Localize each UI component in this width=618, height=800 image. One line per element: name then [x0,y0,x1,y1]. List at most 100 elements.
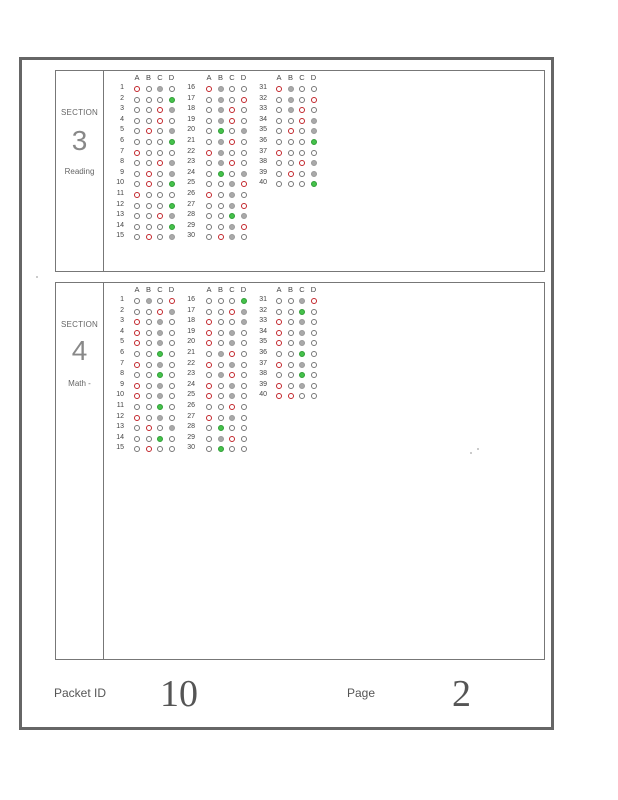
answer-bubble-d[interactable] [310,96,317,103]
answer-bubble-c[interactable] [229,435,235,442]
answer-bubble-a[interactable] [206,128,212,135]
answer-bubble-b[interactable] [287,393,294,400]
answer-bubble-d[interactable] [310,308,317,315]
answer-bubble-a[interactable] [134,372,140,379]
answer-bubble-c[interactable] [229,107,235,114]
answer-bubble-c[interactable] [157,298,163,304]
answer-bubble-b[interactable] [145,340,152,347]
answer-bubble-c[interactable] [299,149,305,156]
answer-bubble-a[interactable] [206,372,212,379]
answer-bubble-a[interactable] [206,435,212,442]
answer-bubble-a[interactable] [134,160,140,167]
answer-bubble-d[interactable] [168,340,175,347]
answer-bubble-b[interactable] [217,202,224,209]
answer-bubble-d[interactable] [168,372,175,379]
answer-bubble-d[interactable] [310,170,317,177]
answer-bubble-b[interactable] [217,149,224,156]
answer-bubble-b[interactable] [217,298,224,304]
answer-bubble-d[interactable] [168,308,175,315]
answer-bubble-a[interactable] [134,382,140,389]
answer-bubble-c[interactable] [157,139,163,145]
answer-bubble-a[interactable] [276,170,282,177]
answer-bubble-d[interactable] [240,149,247,156]
answer-bubble-d[interactable] [168,128,175,135]
answer-bubble-d[interactable] [240,202,247,209]
answer-bubble-d[interactable] [168,149,175,156]
answer-bubble-b[interactable] [217,382,224,389]
answer-bubble-b[interactable] [287,117,294,124]
answer-bubble-b[interactable] [217,160,224,167]
answer-bubble-c[interactable] [299,170,305,177]
answer-bubble-c[interactable] [157,435,163,442]
answer-bubble-b[interactable] [287,107,294,114]
answer-bubble-b[interactable] [145,446,152,453]
answer-bubble-b[interactable] [217,96,224,103]
answer-bubble-a[interactable] [276,160,282,167]
answer-bubble-d[interactable] [168,192,175,198]
answer-bubble-a[interactable] [206,107,212,114]
answer-bubble-c[interactable] [157,329,163,336]
answer-bubble-a[interactable] [206,160,212,167]
answer-bubble-d[interactable] [240,234,247,241]
answer-bubble-d[interactable] [168,181,175,188]
answer-bubble-b[interactable] [217,446,224,453]
answer-bubble-c[interactable] [229,192,235,198]
answer-bubble-a[interactable] [206,361,212,368]
answer-bubble-a[interactable] [134,117,140,124]
answer-bubble-d[interactable] [168,382,175,389]
answer-bubble-a[interactable] [276,117,282,124]
answer-bubble-c[interactable] [299,107,305,114]
answer-bubble-a[interactable] [206,117,212,124]
answer-bubble-b[interactable] [217,181,224,188]
answer-bubble-a[interactable] [134,404,140,410]
answer-bubble-b[interactable] [287,298,294,304]
answer-bubble-a[interactable] [134,170,140,177]
answer-bubble-b[interactable] [145,223,152,230]
answer-bubble-d[interactable] [168,351,175,357]
answer-bubble-d[interactable] [310,340,317,347]
answer-bubble-a[interactable] [134,139,140,145]
answer-bubble-b[interactable] [145,414,152,421]
answer-bubble-a[interactable] [206,393,212,400]
answer-bubble-a[interactable] [206,181,212,188]
answer-bubble-c[interactable] [229,319,235,326]
answer-bubble-c[interactable] [157,96,163,103]
answer-bubble-d[interactable] [310,149,317,156]
answer-bubble-c[interactable] [229,96,235,103]
answer-bubble-b[interactable] [145,435,152,442]
answer-bubble-d[interactable] [240,86,247,92]
answer-bubble-d[interactable] [240,340,247,347]
answer-bubble-b[interactable] [145,170,152,177]
answer-bubble-d[interactable] [240,107,247,114]
answer-bubble-d[interactable] [240,213,247,220]
answer-bubble-a[interactable] [134,435,140,442]
answer-bubble-b[interactable] [145,361,152,368]
answer-bubble-a[interactable] [206,382,212,389]
answer-bubble-b[interactable] [217,117,224,124]
answer-bubble-c[interactable] [157,86,163,92]
answer-bubble-b[interactable] [287,149,294,156]
answer-bubble-a[interactable] [276,149,282,156]
answer-bubble-d[interactable] [168,435,175,442]
answer-bubble-c[interactable] [157,351,163,357]
answer-bubble-a[interactable] [206,149,212,156]
answer-bubble-b[interactable] [217,361,224,368]
answer-bubble-c[interactable] [299,382,305,389]
answer-bubble-b[interactable] [145,404,152,410]
answer-bubble-a[interactable] [206,351,212,357]
answer-bubble-b[interactable] [145,329,152,336]
answer-bubble-c[interactable] [299,372,305,379]
answer-bubble-b[interactable] [145,86,152,92]
answer-bubble-b[interactable] [287,329,294,336]
answer-bubble-d[interactable] [168,414,175,421]
answer-bubble-b[interactable] [217,128,224,135]
answer-bubble-d[interactable] [310,86,317,92]
answer-bubble-d[interactable] [310,298,317,304]
answer-bubble-c[interactable] [229,181,235,188]
answer-bubble-d[interactable] [310,160,317,167]
answer-bubble-d[interactable] [310,382,317,389]
answer-bubble-c[interactable] [157,319,163,326]
answer-bubble-d[interactable] [168,86,175,92]
answer-bubble-a[interactable] [134,223,140,230]
answer-bubble-a[interactable] [206,446,212,453]
